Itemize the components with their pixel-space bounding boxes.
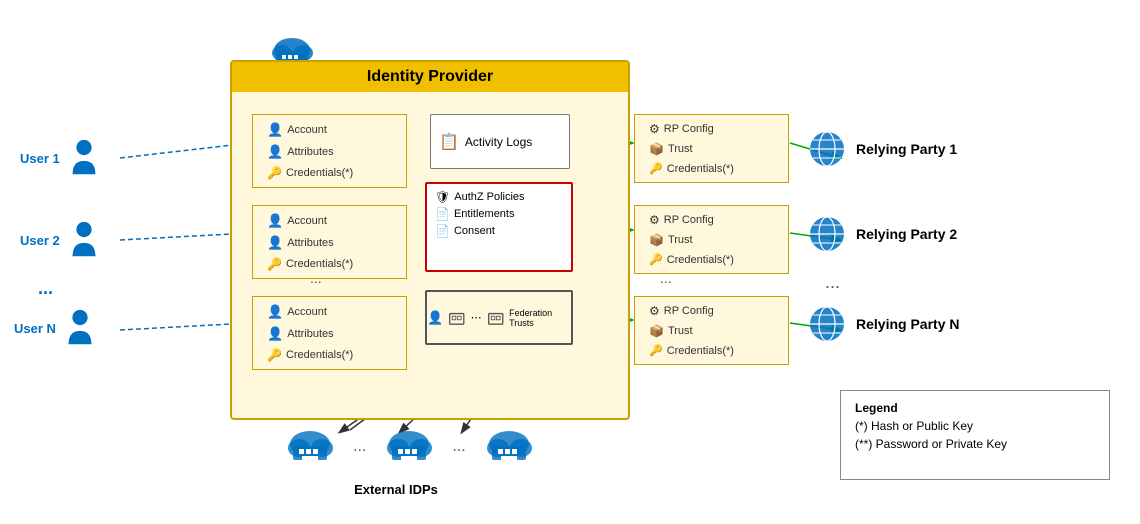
rp-2-globe-icon <box>808 215 846 253</box>
rp-config-label-3: RP Config <box>664 305 714 317</box>
rp-config-box-1: ⚙ RP Config 📦 Trust 🔑 Credentials(*) <box>634 114 789 183</box>
legend-item-2: (**) Password or Private Key <box>855 437 1095 451</box>
entitlements-label: Entitlements <box>454 208 515 220</box>
trust-row-3: 📦 Trust <box>641 321 782 341</box>
external-idps-label: External IDPs <box>316 482 476 497</box>
account-row-2: 👤 Account <box>259 210 400 232</box>
legend-title: Legend <box>855 401 1095 415</box>
user-2-figure <box>68 220 100 260</box>
legend-item-1: (*) Hash or Public Key <box>855 419 1095 433</box>
user-dots: ... <box>38 278 53 299</box>
user-1-group: User 1 <box>20 138 100 178</box>
relying-party-1-group: Relying Party 1 <box>808 130 957 168</box>
credentials-row-1: 🔑 Credentials(*) <box>259 163 400 183</box>
attributes-label-3: Attributes <box>287 328 333 340</box>
trust-label-2: Trust <box>668 234 693 246</box>
trust-row-1: 📦 Trust <box>641 139 782 159</box>
activity-logs-label: Activity Logs <box>465 135 532 149</box>
external-idps-group: ... ... <box>285 428 534 466</box>
credentials-label-2: Credentials(*) <box>286 258 353 270</box>
rp-config-row-1: ⚙ RP Config <box>641 119 782 139</box>
user-n-group: User N <box>14 308 96 348</box>
rp-config-dots: ... <box>660 270 672 286</box>
relying-party-2-group: Relying Party 2 <box>808 215 957 253</box>
rp-config-row-3: ⚙ RP Config <box>641 301 782 321</box>
federation-label: Federation Trusts <box>509 308 571 328</box>
rp-1-label: Relying Party 1 <box>856 141 957 157</box>
rp-credentials-label-3: Credentials(*) <box>667 345 734 357</box>
rp-credentials-label-2: Credentials(*) <box>667 254 734 266</box>
rp-config-row-2: ⚙ RP Config <box>641 210 782 230</box>
idp-header: Identity Provider <box>232 62 628 92</box>
rp-config-box-3: ⚙ RP Config 📦 Trust 🔑 Credentials(*) <box>634 296 789 365</box>
federation-cube2-icon <box>486 307 505 329</box>
attributes-row-1: 👤 Attributes <box>259 141 400 163</box>
attributes-label-1: Attributes <box>287 146 333 158</box>
account-label-2: Account <box>287 215 327 227</box>
account-section-1: 👤 Account 👤 Attributes 🔑 Credentials(*) <box>252 114 407 188</box>
diagram-container: Identity Provider 👤 Account 👤 Attributes… <box>0 0 1140 524</box>
user-n-figure <box>64 308 96 348</box>
rp-n-globe-icon <box>808 305 846 343</box>
external-idp-3-icon <box>484 428 534 466</box>
user-1-figure <box>68 138 100 178</box>
federation-box: 👤 ⋯ Federation Trusts <box>425 290 573 345</box>
credentials-label-1: Credentials(*) <box>286 167 353 179</box>
rp-credentials-row-3: 🔑 Credentials(*) <box>641 341 782 360</box>
attributes-row-3: 👤 Attributes <box>259 323 400 345</box>
idp-title: Identity Provider <box>367 68 493 86</box>
rp-dots: ... <box>825 272 840 293</box>
trust-label-1: Trust <box>668 143 693 155</box>
rp-config-box-2: ⚙ RP Config 📦 Trust 🔑 Credentials(*) <box>634 205 789 274</box>
user-1-label: User 1 <box>20 151 60 166</box>
trust-label-3: Trust <box>668 325 693 337</box>
credentials-row-3: 🔑 Credentials(*) <box>259 345 400 365</box>
external-idp-2-icon <box>384 428 434 466</box>
account-section-2: 👤 Account 👤 Attributes 🔑 Credentials(*) <box>252 205 407 279</box>
activity-logs-box: 📋 Activity Logs <box>430 114 570 169</box>
account-label-3: Account <box>287 306 327 318</box>
user-2-label: User 2 <box>20 233 60 248</box>
account-label-1: Account <box>287 124 327 136</box>
authz-policies-label: AuthZ Policies <box>454 191 524 203</box>
legend-box: Legend (*) Hash or Public Key (**) Passw… <box>840 390 1110 480</box>
rp-credentials-row-2: 🔑 Credentials(*) <box>641 250 782 269</box>
user-2-group: User 2 <box>20 220 100 260</box>
account-dots: ... <box>310 270 322 286</box>
authz-box: 🛡 AuthZ Policies 📄 Entitlements 📄 Consen… <box>425 182 573 272</box>
trust-row-2: 📦 Trust <box>641 230 782 250</box>
account-section-3: 👤 Account 👤 Attributes 🔑 Credentials(*) <box>252 296 407 370</box>
attributes-label-2: Attributes <box>287 237 333 249</box>
credentials-row-2: 🔑 Credentials(*) <box>259 254 400 274</box>
rp-credentials-label-1: Credentials(*) <box>667 163 734 175</box>
federation-cube-icon <box>447 307 466 329</box>
rp-config-label-1: RP Config <box>664 123 714 135</box>
rp-2-label: Relying Party 2 <box>856 226 957 242</box>
account-row-3: 👤 Account <box>259 301 400 323</box>
rp-n-label: Relying Party N <box>856 316 959 332</box>
consent-label: Consent <box>454 225 495 237</box>
rp-credentials-row-1: 🔑 Credentials(*) <box>641 159 782 178</box>
relying-party-n-group: Relying Party N <box>808 305 959 343</box>
user-n-label: User N <box>14 321 56 336</box>
account-row: 👤 Account <box>259 119 400 141</box>
rp-1-globe-icon <box>808 130 846 168</box>
credentials-label-3: Credentials(*) <box>286 349 353 361</box>
rp-config-label-2: RP Config <box>664 214 714 226</box>
external-idp-1-icon <box>285 428 335 466</box>
attributes-row-2: 👤 Attributes <box>259 232 400 254</box>
